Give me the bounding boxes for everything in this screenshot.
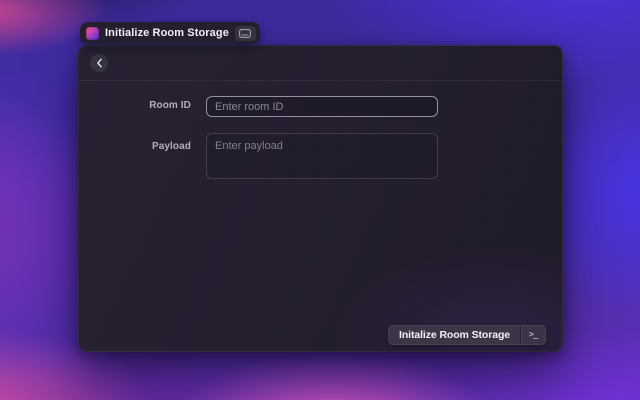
room-id-input[interactable] — [206, 96, 438, 117]
window-tab[interactable]: Initialize Room Storage — [80, 22, 260, 44]
window-noise-texture — [79, 46, 562, 351]
chevron-left-icon — [96, 58, 103, 68]
back-button[interactable] — [90, 54, 108, 72]
submit-button[interactable]: Initalize Room Storage >_ — [388, 325, 546, 345]
app-window: Room ID Payload Initalize Room Storage >… — [78, 45, 563, 352]
app-icon — [86, 27, 99, 40]
room-id-label: Room ID — [119, 99, 191, 113]
desktop-wallpaper: Initialize Room Storage Room ID Payload … — [0, 0, 640, 400]
submit-terminal-segment: >_ — [520, 326, 545, 344]
payload-textarea[interactable] — [206, 133, 438, 179]
window-header — [79, 46, 562, 81]
shortcut-key-button[interactable] — [235, 26, 256, 41]
submit-button-label: Initalize Room Storage — [389, 326, 520, 344]
keyboard-key-icon — [239, 29, 251, 38]
terminal-prompt-icon: >_ — [529, 330, 537, 340]
payload-label: Payload — [119, 140, 191, 154]
tab-title: Initialize Room Storage — [105, 22, 229, 44]
